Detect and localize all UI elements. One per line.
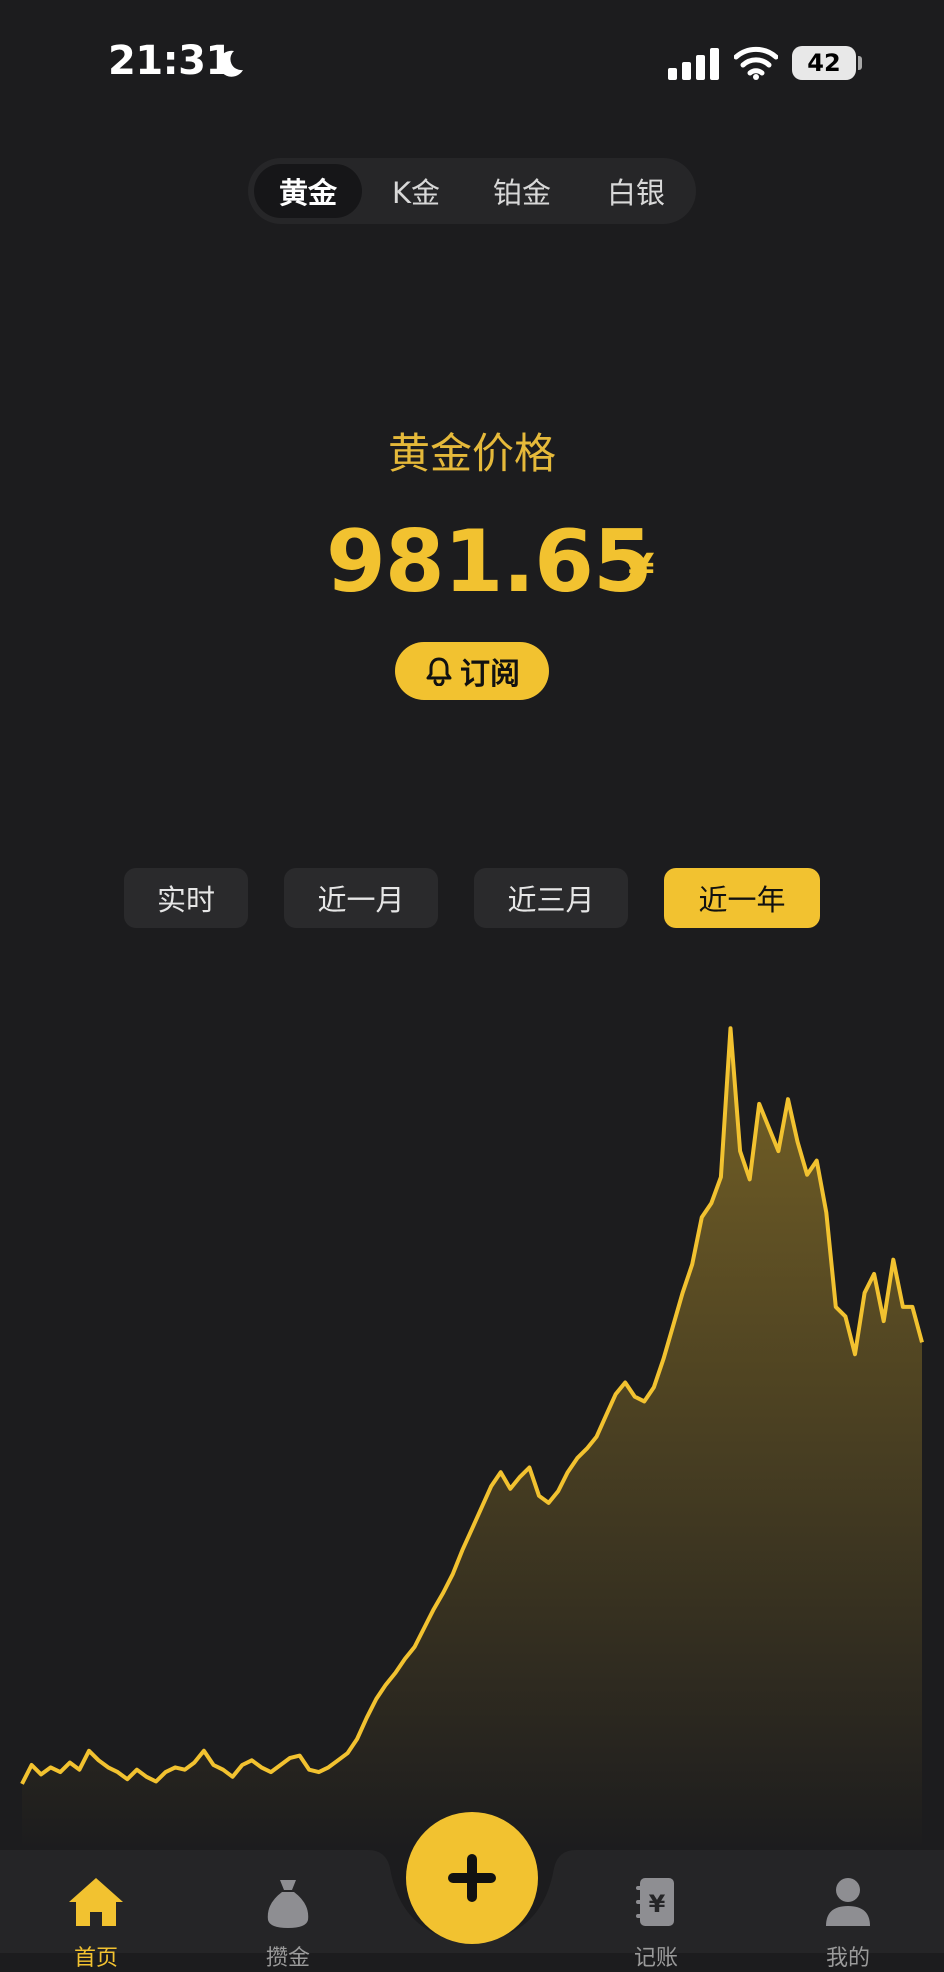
- price-value: 981.65: [326, 512, 652, 612]
- metal-type-tabs: 黄金 K金 铂金 白银: [248, 158, 696, 224]
- tab-home[interactable]: 首页: [36, 1874, 156, 1972]
- chart-area-fill: [22, 1028, 922, 1850]
- bell-icon: [424, 656, 454, 686]
- range-tab-realtime[interactable]: 实时: [124, 868, 248, 928]
- tab-silver[interactable]: 白银: [586, 164, 686, 218]
- battery-level: 42: [807, 49, 840, 77]
- subscribe-label: 订阅: [460, 649, 520, 693]
- tab-save-gold[interactable]: 攒金: [228, 1874, 348, 1972]
- range-tab-three-months[interactable]: 近三月: [474, 868, 628, 928]
- add-button[interactable]: [406, 1812, 538, 1944]
- ledger-icon: ¥: [626, 1874, 686, 1930]
- moon-icon: [214, 48, 246, 80]
- home-icon: [66, 1874, 126, 1930]
- subscribe-button[interactable]: 订阅: [395, 642, 549, 700]
- wifi-icon: [734, 46, 778, 80]
- range-tab-one-month[interactable]: 近一月: [284, 868, 438, 928]
- battery-tip: [858, 56, 862, 70]
- svg-text:¥: ¥: [649, 1890, 666, 1918]
- tab-home-label: 首页: [36, 1940, 156, 1972]
- price-unit: ¥: [628, 546, 654, 590]
- tab-save-gold-label: 攒金: [228, 1940, 348, 1972]
- tab-k-gold[interactable]: K金: [366, 164, 466, 218]
- plus-icon: [444, 1850, 500, 1906]
- range-tab-one-year[interactable]: 近一年: [664, 868, 820, 928]
- person-icon: [818, 1874, 878, 1930]
- tab-gold[interactable]: 黄金: [254, 164, 362, 218]
- tab-profile[interactable]: 我的: [788, 1874, 908, 1972]
- price-chart: [0, 980, 944, 1860]
- tab-platinum[interactable]: 铂金: [472, 164, 572, 218]
- tab-bookkeeping-label: 记账: [596, 1940, 716, 1972]
- money-bag-icon: [258, 1874, 318, 1930]
- battery-indicator: 42: [792, 46, 856, 80]
- status-bar: 21:31 42: [0, 0, 944, 130]
- tab-profile-label: 我的: [788, 1940, 908, 1972]
- price-label: 黄金价格: [0, 420, 944, 481]
- cellular-signal-icon: [668, 48, 720, 80]
- tab-bookkeeping[interactable]: ¥ 记账: [596, 1874, 716, 1972]
